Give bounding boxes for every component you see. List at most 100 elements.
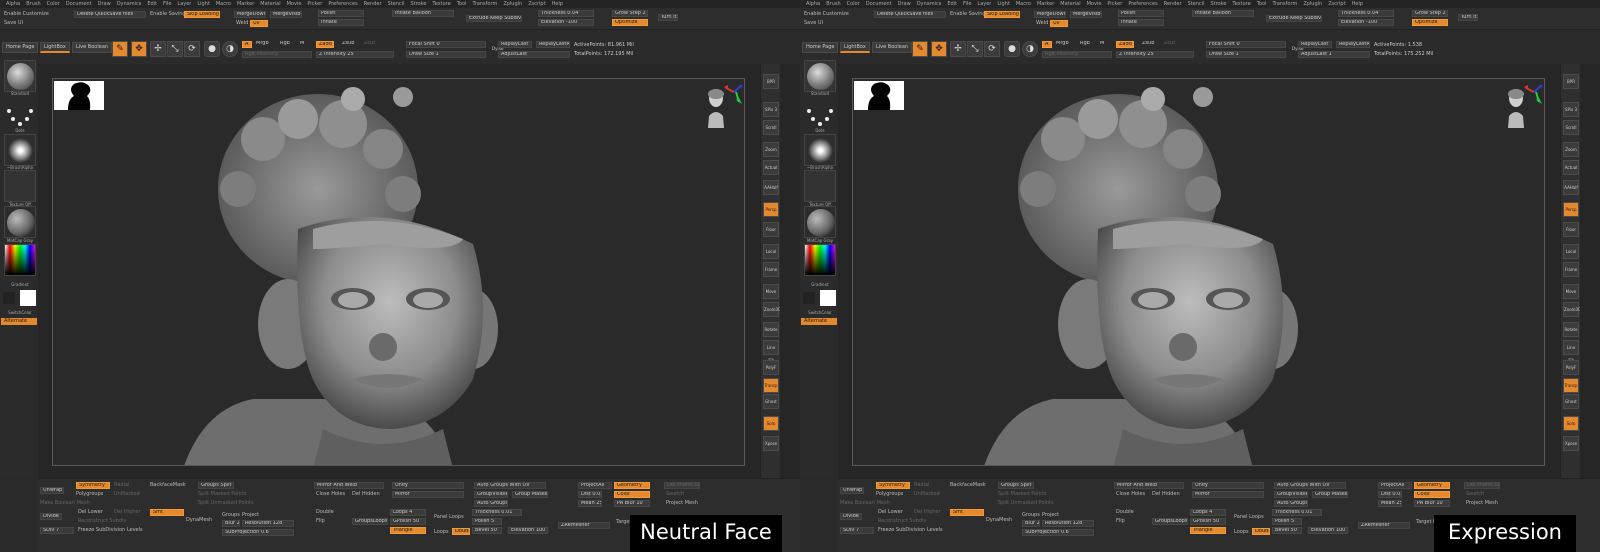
del-hidden-label[interactable]: Del Hidden: [1152, 491, 1180, 498]
group-visible-button[interactable]: GroupVisible: [474, 491, 508, 498]
right-tray-xpose-button[interactable]: Xpose: [1563, 436, 1579, 451]
menu-stroke[interactable]: Stroke: [410, 0, 426, 8]
backface-mask-label[interactable]: BackfaceMask: [950, 482, 986, 489]
merge-visible-button[interactable]: MergeVisible: [1070, 11, 1102, 18]
loops-label[interactable]: Loops: [1234, 529, 1249, 536]
dynamesh-label[interactable]: DynaMesh: [186, 517, 212, 524]
optimize-button[interactable]: Optimize: [1412, 19, 1448, 26]
alternate-button[interactable]: Alternate: [1, 318, 37, 325]
split-masked-label[interactable]: Split Masked Points: [198, 491, 246, 498]
groups-loops-button[interactable]: GroupsLoops: [352, 518, 388, 525]
menu-edit[interactable]: Edit: [947, 0, 957, 8]
menu-marker[interactable]: Marker: [237, 0, 254, 8]
thickness-slider[interactable]: Thickness 0.04: [1338, 10, 1394, 17]
right-tray-persp-button[interactable]: Persp: [1563, 202, 1579, 217]
alternate-button[interactable]: Alternate: [801, 318, 837, 325]
zremesher-button[interactable]: ZRemesher: [1358, 522, 1410, 529]
main-color-swatch[interactable]: [20, 290, 36, 306]
del-higher-label[interactable]: Del Higher: [914, 509, 941, 516]
z-intensity-slider[interactable]: Z Intensity 25: [316, 51, 394, 58]
enable-customize-label[interactable]: Enable Customize: [4, 11, 49, 18]
right-tray-zoom3d-button[interactable]: Zoom3D: [1563, 302, 1581, 317]
zadd-toggle[interactable]: Zadd: [316, 41, 334, 48]
thickness-slider[interactable]: Thickness 0.04: [538, 10, 594, 17]
grow-step-slider[interactable]: Grow Step 2: [1412, 10, 1448, 17]
group-masked-button[interactable]: Group Masked: [1312, 491, 1348, 498]
replay-last-rel-button[interactable]: ReplayLastRel: [1336, 41, 1370, 48]
auto-groups-uv-button[interactable]: Auto Groups With UV: [1274, 482, 1346, 489]
menu-render[interactable]: Render: [1164, 0, 1182, 8]
menu-movie[interactable]: Movie: [287, 0, 302, 8]
elevation-slider-bottom[interactable]: Elevation 100: [508, 527, 548, 534]
grow-step-slider[interactable]: Grow Step 2: [612, 10, 648, 17]
menu-tool[interactable]: Tool: [1257, 0, 1267, 8]
menu-transform[interactable]: Transform: [472, 0, 497, 8]
polish-slider-bottom[interactable]: Polish 5: [1272, 518, 1302, 525]
inflate-balloon-slider[interactable]: Inflate Balloon: [392, 10, 454, 17]
texture-thumbnail[interactable]: [4, 170, 36, 202]
panel-loops-label[interactable]: Panel Loops: [1234, 514, 1264, 521]
menu-brush[interactable]: Brush: [826, 0, 840, 8]
axis-gizmo-icon[interactable]: [722, 82, 744, 104]
subprojection-slider[interactable]: SubProjection 0.6: [222, 529, 294, 536]
right-tray-transp-button[interactable]: Transp: [1563, 378, 1579, 393]
zsub-toggle[interactable]: Zsub: [1140, 41, 1156, 48]
live-boolean-tab[interactable]: Live Boolean: [72, 42, 113, 53]
menu-alpha[interactable]: Alpha: [6, 0, 20, 8]
rgb-toggle[interactable]: Rgb: [278, 41, 292, 48]
replay-last-rel-button[interactable]: ReplayLastRel: [536, 41, 570, 48]
alpha-thumbnail[interactable]: [804, 134, 836, 166]
right-tray-zoom-button[interactable]: Zoom: [763, 142, 779, 157]
triangle-button[interactable]: Triangle: [390, 527, 426, 534]
right-tray-bpr-button[interactable]: BPR: [763, 74, 779, 89]
close-holes-label[interactable]: Close Holes: [316, 491, 345, 498]
right-tray-aahalf-button[interactable]: AAHalf: [763, 180, 779, 195]
menu-light[interactable]: Light: [997, 0, 1009, 8]
menu-stencil[interactable]: Stencil: [1188, 0, 1205, 8]
color-button[interactable]: Color: [614, 491, 650, 498]
weld-label[interactable]: Weld: [1036, 20, 1048, 27]
menu-dynamics[interactable]: Dynamics: [917, 0, 942, 8]
adjust-last-slider[interactable]: AdjustLast 1: [1298, 51, 1370, 58]
make-boolean-mesh-label[interactable]: Make Boolean Mesh: [840, 500, 890, 507]
right-tray-solo-button[interactable]: Solo: [763, 416, 779, 431]
right-tray-persp-button[interactable]: Persp: [763, 202, 779, 217]
switch-color-button[interactable]: SwitchColor: [802, 310, 838, 315]
merge-down-button[interactable]: MergeDown: [1034, 11, 1066, 18]
sdiv-slider[interactable]: SDiv 7: [40, 527, 74, 534]
del-lower-label[interactable]: Del Lower: [878, 509, 903, 516]
zadd-toggle[interactable]: Zadd: [1116, 41, 1134, 48]
backface-mask-label[interactable]: BackfaceMask: [150, 482, 186, 489]
menu-preferences[interactable]: Preferences: [328, 0, 357, 8]
turn-it-button[interactable]: Turn it: [658, 14, 678, 21]
auto-groups-button[interactable]: Auto Groups: [474, 500, 508, 507]
menu-layer[interactable]: Layer: [177, 0, 191, 8]
menu-material[interactable]: Material: [260, 0, 280, 8]
split-masked-label[interactable]: Split Masked Points: [998, 491, 1046, 498]
mirror-slider[interactable]: Mirror: [392, 491, 464, 498]
menu-edit[interactable]: Edit: [147, 0, 157, 8]
divide-button[interactable]: Divide: [40, 513, 62, 520]
texture-thumbnail[interactable]: [804, 170, 836, 202]
delete-quicksave-button[interactable]: Delete QuickSave files: [74, 11, 146, 18]
unmasked-label[interactable]: UnMasked: [114, 491, 140, 498]
draw-icon[interactable]: ✥: [931, 41, 947, 57]
flip-label[interactable]: Flip: [316, 518, 325, 525]
split-unmasked-label[interactable]: Split Unmasked Points: [198, 500, 254, 507]
a-toggle[interactable]: A: [242, 41, 252, 48]
lightbox-tab[interactable]: LightBox: [40, 42, 70, 53]
material-sphere-icon[interactable]: ●: [204, 41, 220, 57]
color-picker[interactable]: [804, 244, 836, 276]
del-lower-label[interactable]: Del Lower: [78, 509, 103, 516]
right-tray-frame-button[interactable]: Frame: [763, 262, 779, 277]
reconstruct-label[interactable]: Reconstruct Subdiv: [878, 518, 926, 525]
menu-render[interactable]: Render: [364, 0, 382, 8]
right-tray-local-button[interactable]: Local: [763, 244, 779, 259]
polish-slider[interactable]: Polish: [1118, 10, 1164, 17]
right-tray-rotate-button[interactable]: Rotate: [763, 322, 779, 337]
right-tray-move-button[interactable]: Move: [763, 284, 779, 299]
adjust-last-slider[interactable]: AdjustLast: [498, 51, 570, 58]
menu-marker[interactable]: Marker: [1037, 0, 1054, 8]
edit-icon[interactable]: ✎: [912, 41, 928, 57]
menu-help[interactable]: Help: [552, 0, 563, 8]
